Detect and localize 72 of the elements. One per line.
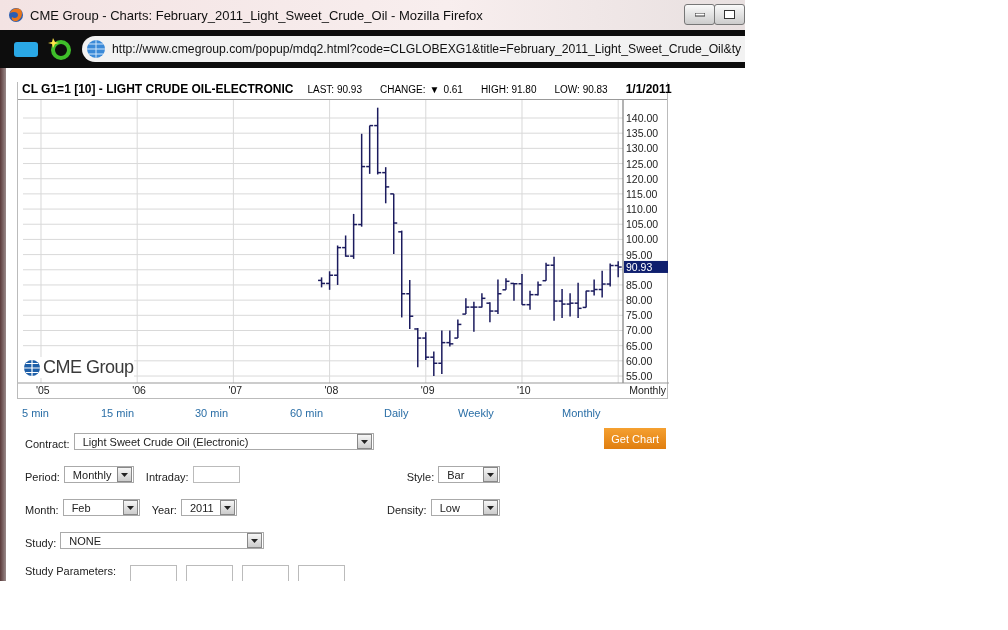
field-label: Density: xyxy=(386,503,427,516)
axis-label: 100.00 xyxy=(626,233,659,246)
axis-label: 120.00 xyxy=(626,172,659,185)
quote-date: 1/1/2011 xyxy=(625,82,672,96)
parameter-input[interactable] xyxy=(298,565,346,581)
globe-icon xyxy=(86,39,106,59)
tab-icon[interactable] xyxy=(12,40,38,58)
axis-label: 75.00 xyxy=(626,309,653,322)
density-select[interactable]: Low xyxy=(430,499,500,516)
parameter-input[interactable] xyxy=(130,565,178,581)
field-label: Study Parameters: xyxy=(25,565,117,577)
axis-label: 130.00 xyxy=(626,142,659,155)
axis-label: 135.00 xyxy=(626,127,659,140)
field-label: Month: xyxy=(25,503,59,516)
change-label: CHANGE: xyxy=(379,84,426,95)
axis-label: '10 xyxy=(517,384,531,396)
field-label: Study: xyxy=(25,536,57,549)
interval-link[interactable]: Monthly xyxy=(562,407,601,419)
parameter-input[interactable] xyxy=(186,565,234,581)
maximize-icon xyxy=(724,10,735,19)
axis-label: 60.00 xyxy=(626,354,653,367)
interval-link[interactable]: 60 min xyxy=(290,407,324,419)
high-price: HIGH: 91.80 xyxy=(480,84,537,95)
axis-label: 115.00 xyxy=(626,187,658,200)
parameter-input[interactable] xyxy=(242,565,290,581)
interval-link[interactable]: Daily xyxy=(384,407,409,419)
contract-select[interactable]: Light Sweet Crude Oil (Electronic) xyxy=(73,433,374,450)
axis-label: '07 xyxy=(228,384,243,396)
fox-globe-icon xyxy=(8,7,24,23)
change-value: 0.61 xyxy=(443,84,463,95)
axis-label: 55.00 xyxy=(626,370,653,382)
intraday-input[interactable] xyxy=(192,466,240,483)
low-price: LOW: 90.83 xyxy=(554,84,608,95)
axis-label: 95.00 xyxy=(626,248,653,261)
address-bar[interactable]: http://www.cmegroup.com/popup/mdq2.html?code=CLGLOBEXG1&title=February_2011_Light_Sweet_Crude_Oil&ty xyxy=(82,36,745,62)
contract-title: CL G1=1 [10] - LIGHT CRUDE OIL-ELECTRONIC xyxy=(22,82,294,96)
field-label: Style: xyxy=(406,470,435,483)
interval-link[interactable]: 30 min xyxy=(195,407,229,419)
year-select[interactable]: 2011 xyxy=(180,499,237,516)
field-label: Intraday: xyxy=(145,470,189,483)
minimize-button[interactable] xyxy=(684,4,715,25)
field-label: Period: xyxy=(25,470,60,483)
axis-label: 110.00 xyxy=(626,203,658,216)
maximize-button[interactable] xyxy=(714,4,745,25)
axis-label: 80.00 xyxy=(626,294,653,307)
study-select[interactable]: NONE xyxy=(60,532,265,549)
axis-label: '08 xyxy=(324,384,339,396)
axis-label: '09 xyxy=(420,384,435,396)
axis-label: 105.00 xyxy=(626,218,659,231)
period-label: Monthly xyxy=(629,384,666,396)
interval-link[interactable]: 5 min xyxy=(22,407,49,419)
field-label: Year: xyxy=(151,503,177,516)
period-select[interactable]: Monthly xyxy=(63,466,134,483)
interval-link[interactable]: Weekly xyxy=(458,407,494,419)
last-price: LAST: 90.93 xyxy=(307,84,362,95)
axis-label: 70.00 xyxy=(626,324,653,337)
axis-label: 85.00 xyxy=(626,278,653,291)
axis-label: '06 xyxy=(132,384,146,396)
minimize-icon xyxy=(694,12,705,17)
interval-link[interactable]: 15 min xyxy=(101,407,135,419)
logo: CME Group xyxy=(43,357,134,378)
reload-icon[interactable] xyxy=(48,37,72,61)
month-select[interactable]: Feb xyxy=(62,499,140,516)
down-arrow-icon: ▼ xyxy=(429,84,440,95)
axis-label: 65.00 xyxy=(626,339,653,352)
axis-label: 125.00 xyxy=(626,157,659,170)
axis-label: 140.00 xyxy=(626,112,659,124)
style-select[interactable]: Bar xyxy=(438,466,501,483)
field-label: Contract: xyxy=(25,437,70,450)
window-title: CME Group - Charts: February_2011_Light_Sweet_Crude_Oil - Mozilla Firefox xyxy=(30,7,483,23)
current-price-label: 90.93 xyxy=(624,260,668,273)
axis-label: '05 xyxy=(36,384,50,396)
